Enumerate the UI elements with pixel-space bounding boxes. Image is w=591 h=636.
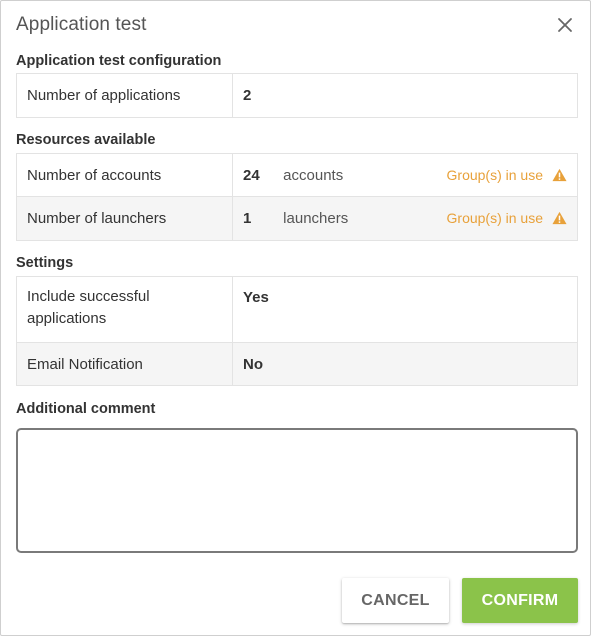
config-heading: Application test configuration bbox=[16, 53, 222, 69]
accounts-status: Group(s) in use bbox=[447, 167, 567, 183]
accounts-value-cell: 24 accounts Group(s) in use bbox=[232, 153, 578, 197]
warning-icon bbox=[552, 168, 567, 181]
applications-value: 2 bbox=[232, 73, 578, 118]
accounts-label: Number of accounts bbox=[16, 153, 233, 197]
table-row: Number of applications 2 bbox=[16, 73, 578, 118]
settings-heading: Settings bbox=[16, 255, 74, 271]
include-successful-value: Yes bbox=[232, 276, 578, 343]
comment-heading: Additional comment bbox=[16, 401, 156, 417]
application-test-dialog: Application test Application test config… bbox=[0, 0, 591, 636]
email-notification-value: No bbox=[232, 342, 578, 386]
accounts-unit: accounts bbox=[283, 166, 344, 184]
table-row: Email Notification No bbox=[16, 342, 578, 386]
resources-table: Number of accounts 24 accounts Group(s) … bbox=[16, 153, 578, 241]
resources-heading: Resources available bbox=[16, 132, 156, 148]
launchers-unit: launchers bbox=[283, 210, 349, 227]
additional-comment-field[interactable] bbox=[16, 428, 578, 553]
launchers-value-cell: 1 launchers Group(s) in use bbox=[232, 196, 578, 241]
cancel-button[interactable]: CANCEL bbox=[342, 578, 449, 623]
launchers-count: 1 bbox=[243, 210, 252, 227]
launchers-status-text: Group(s) in use bbox=[446, 210, 543, 226]
table-row: Number of launchers 1 launchers Group(s)… bbox=[16, 196, 578, 241]
close-icon[interactable] bbox=[553, 13, 577, 37]
include-successful-label: Include successful applications bbox=[16, 276, 233, 343]
launchers-label: Number of launchers bbox=[16, 196, 233, 241]
dialog-title: Application test bbox=[16, 14, 147, 35]
settings-table: Include successful applications Yes Emai… bbox=[16, 276, 578, 386]
table-row: Number of accounts 24 accounts Group(s) … bbox=[16, 153, 578, 197]
email-notification-label: Email Notification bbox=[16, 342, 233, 386]
accounts-status-text: Group(s) in use bbox=[446, 166, 543, 183]
launchers-status: Group(s) in use bbox=[447, 210, 567, 226]
accounts-count: 24 bbox=[243, 166, 260, 184]
warning-icon bbox=[552, 211, 567, 225]
confirm-button[interactable]: CONFIRM bbox=[462, 578, 578, 623]
applications-label: Number of applications bbox=[16, 73, 233, 118]
table-row: Include successful applications Yes bbox=[16, 276, 578, 343]
config-table: Number of applications 2 bbox=[16, 73, 578, 118]
